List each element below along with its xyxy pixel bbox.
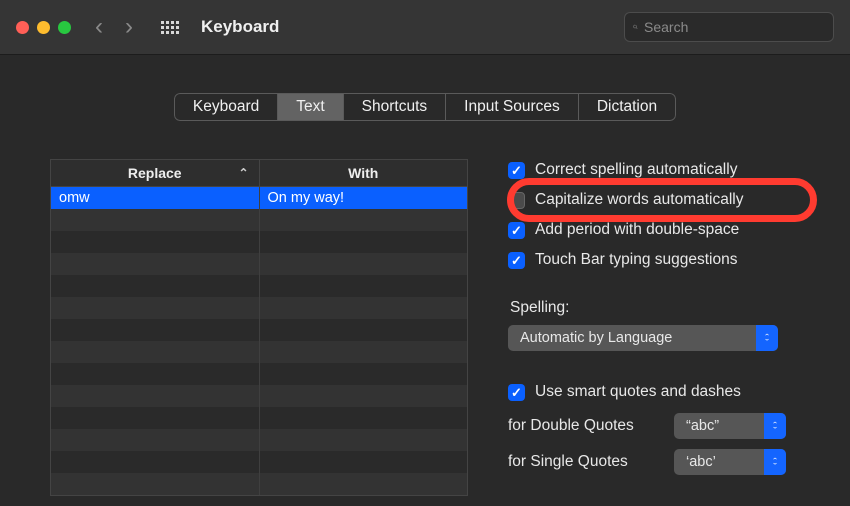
back-button[interactable]: ‹ bbox=[95, 13, 103, 41]
table-row[interactable] bbox=[51, 407, 467, 429]
tab-keyboard[interactable]: Keyboard bbox=[174, 93, 278, 121]
select-arrows-icon bbox=[764, 413, 786, 439]
minimize-window-button[interactable] bbox=[37, 21, 50, 34]
table-row[interactable] bbox=[51, 473, 467, 495]
single-quotes-select[interactable]: ‘abc’ bbox=[674, 449, 786, 475]
table-row[interactable] bbox=[51, 341, 467, 363]
double-quotes-label: for Double Quotes bbox=[508, 417, 656, 435]
table-row[interactable] bbox=[51, 363, 467, 385]
zoom-window-button[interactable] bbox=[58, 21, 71, 34]
tab-input-sources[interactable]: Input Sources bbox=[446, 93, 579, 121]
select-value: ‘abc’ bbox=[686, 454, 716, 470]
table-row[interactable] bbox=[51, 451, 467, 473]
checkbox-label: Correct spelling automatically bbox=[535, 161, 737, 179]
search-box[interactable] bbox=[624, 12, 834, 42]
checkbox-icon bbox=[508, 222, 525, 239]
tab-text[interactable]: Text bbox=[278, 93, 343, 121]
checkbox-label: Capitalize words automatically bbox=[535, 191, 743, 209]
correct-spelling-checkbox-row[interactable]: Correct spelling automatically bbox=[508, 161, 820, 179]
spelling-select[interactable]: Automatic by Language bbox=[508, 325, 778, 351]
close-window-button[interactable] bbox=[16, 21, 29, 34]
select-arrows-icon bbox=[756, 325, 778, 351]
select-value: “abc” bbox=[686, 418, 719, 434]
table-row[interactable] bbox=[51, 429, 467, 451]
column-label: Replace bbox=[128, 165, 182, 181]
forward-button[interactable]: › bbox=[125, 13, 133, 41]
table-row[interactable] bbox=[51, 231, 467, 253]
table-row[interactable] bbox=[51, 275, 467, 297]
column-header-with[interactable]: With bbox=[260, 160, 468, 186]
select-arrows-icon bbox=[764, 449, 786, 475]
select-value: Automatic by Language bbox=[520, 330, 672, 346]
checkbox-icon bbox=[508, 192, 525, 209]
table-row[interactable] bbox=[51, 209, 467, 231]
smart-quotes-checkbox-row[interactable]: Use smart quotes and dashes bbox=[508, 383, 820, 401]
single-quotes-label: for Single Quotes bbox=[508, 453, 656, 471]
search-icon bbox=[633, 20, 638, 34]
checkbox-label: Touch Bar typing suggestions bbox=[535, 251, 737, 269]
text-replacement-table: Replace ⌃ With omw On my way! bbox=[50, 159, 468, 496]
table-row[interactable] bbox=[51, 297, 467, 319]
show-all-prefs-icon[interactable] bbox=[161, 21, 179, 34]
checkbox-label: Use smart quotes and dashes bbox=[535, 383, 741, 401]
cell-replace: omw bbox=[51, 187, 260, 209]
touch-bar-checkbox-row[interactable]: Touch Bar typing suggestions bbox=[508, 251, 820, 269]
column-label: With bbox=[348, 165, 378, 181]
table-row[interactable] bbox=[51, 319, 467, 341]
double-quotes-select[interactable]: “abc” bbox=[674, 413, 786, 439]
capitalize-words-checkbox-row[interactable]: Capitalize words automatically bbox=[508, 191, 820, 209]
tab-bar: Keyboard Text Shortcuts Input Sources Di… bbox=[174, 93, 676, 121]
tab-shortcuts[interactable]: Shortcuts bbox=[344, 93, 446, 121]
checkbox-icon bbox=[508, 162, 525, 179]
tab-dictation[interactable]: Dictation bbox=[579, 93, 676, 121]
sort-chevron-icon: ⌃ bbox=[238, 166, 248, 180]
search-input[interactable] bbox=[644, 19, 825, 35]
cell-with: On my way! bbox=[260, 187, 468, 209]
checkbox-label: Add period with double-space bbox=[535, 221, 739, 239]
column-header-replace[interactable]: Replace ⌃ bbox=[51, 160, 260, 186]
table-row[interactable] bbox=[51, 253, 467, 275]
table-row[interactable]: omw On my way! bbox=[51, 187, 467, 209]
checkbox-icon bbox=[508, 384, 525, 401]
table-row[interactable] bbox=[51, 385, 467, 407]
add-period-checkbox-row[interactable]: Add period with double-space bbox=[508, 221, 820, 239]
page-title: Keyboard bbox=[201, 17, 279, 37]
checkbox-icon bbox=[508, 252, 525, 269]
spelling-label: Spelling: bbox=[510, 299, 820, 317]
